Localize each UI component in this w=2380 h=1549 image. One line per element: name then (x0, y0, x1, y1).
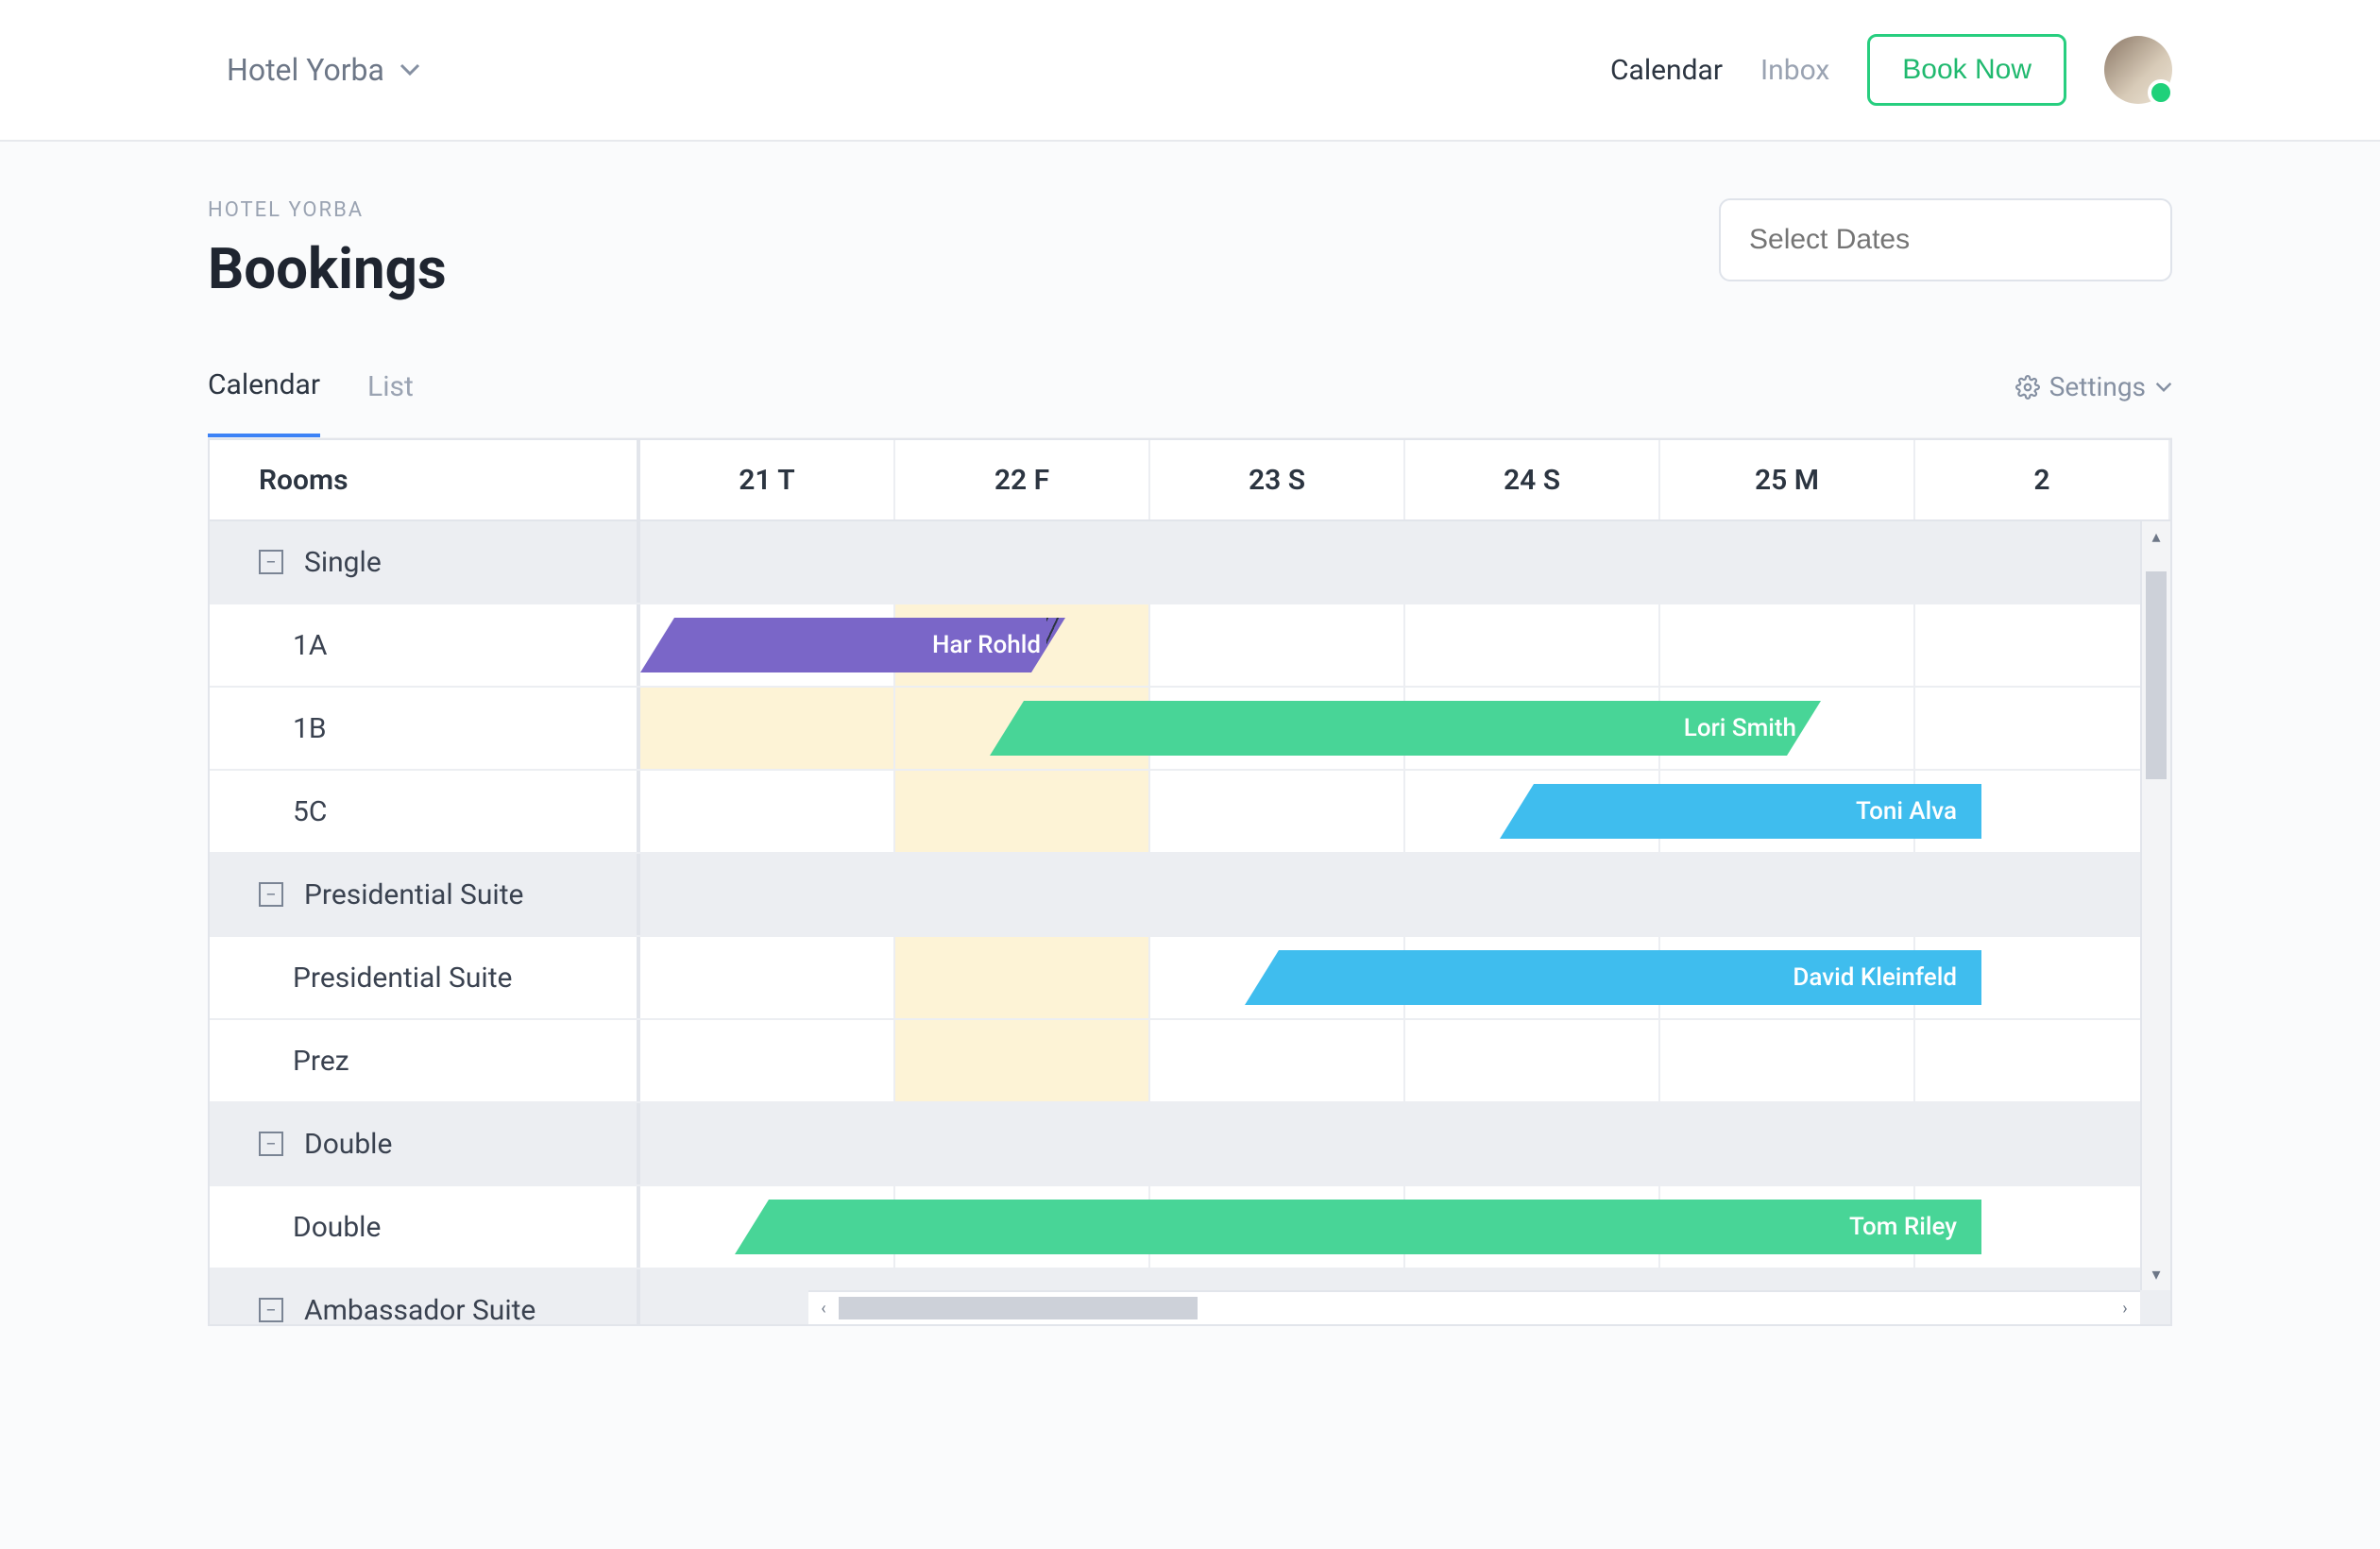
rooms-header: Rooms (210, 440, 640, 519)
room-row: 5C Toni Alva (210, 771, 2170, 854)
room-row: Prez (210, 1020, 2170, 1103)
room-label: Prez (210, 1020, 640, 1101)
calendar-cell[interactable] (640, 771, 895, 852)
horizontal-scrollbar[interactable]: ‹ › (808, 1290, 2140, 1324)
calendar-cell[interactable] (640, 937, 895, 1018)
calendar-cell[interactable] (1660, 854, 1915, 935)
calendar-cell[interactable] (895, 1103, 1150, 1184)
room-label: 5C (210, 771, 640, 852)
date-range-input[interactable] (1719, 198, 2172, 281)
calendar-cell[interactable] (1405, 1103, 1660, 1184)
group-label: Ambassador Suite (304, 1294, 536, 1325)
calendar-cell[interactable] (1150, 854, 1405, 935)
calendar-cell[interactable] (895, 521, 1150, 603)
chevron-down-icon (2155, 382, 2172, 393)
booking-bar[interactable]: David Kleinfeld (1245, 950, 1981, 1005)
hotel-name: Hotel Yorba (227, 52, 384, 88)
calendar-cell[interactable] (1150, 1020, 1405, 1101)
calendar-cell[interactable] (1660, 1103, 1915, 1184)
calendar-cell[interactable] (640, 1020, 895, 1101)
room-row: 1B Lori Smith (210, 688, 2170, 771)
calendar-cell[interactable] (640, 688, 895, 769)
calendar-cell[interactable] (1660, 604, 1915, 686)
nav-calendar[interactable]: Calendar (1610, 54, 1723, 87)
top-nav: Hotel Yorba Calendar Inbox Book Now (0, 0, 2380, 142)
room-group[interactable]: −Single (210, 521, 2170, 604)
date-header: 25 M (1660, 440, 1915, 519)
room-row: Double Tom Riley (210, 1186, 2170, 1269)
tab-list[interactable]: List (367, 370, 414, 435)
book-now-button[interactable]: Book Now (1867, 34, 2066, 106)
room-label: 1A (210, 604, 640, 686)
scroll-right-icon[interactable]: › (2110, 1299, 2140, 1319)
avatar[interactable] (2104, 36, 2172, 104)
nav-inbox[interactable]: Inbox (1760, 54, 1829, 87)
calendar-cell[interactable] (1405, 1020, 1660, 1101)
scroll-down-icon[interactable]: ▾ (2151, 1259, 2160, 1290)
collapse-icon[interactable]: − (259, 550, 283, 574)
group-label: Single (304, 546, 382, 579)
date-header: 23 S (1150, 440, 1405, 519)
settings-link[interactable]: Settings (2015, 371, 2172, 434)
calendar-cell[interactable] (1915, 1020, 2170, 1101)
calendar-cell[interactable] (895, 937, 1150, 1018)
booking-bar[interactable]: Toni Alva (1500, 784, 1981, 839)
calendar-cell[interactable] (1660, 521, 1915, 603)
room-label: Presidential Suite (210, 937, 640, 1018)
calendar-cell[interactable] (1405, 604, 1660, 686)
calendar-cell[interactable] (895, 854, 1150, 935)
group-label: Double (304, 1128, 392, 1161)
calendar-cell[interactable] (1150, 604, 1405, 686)
calendar-cell[interactable] (640, 1103, 895, 1184)
calendar-cell[interactable] (1915, 688, 2170, 769)
settings-label: Settings (2049, 371, 2146, 402)
scroll-left-icon[interactable]: ‹ (808, 1299, 839, 1319)
booking-bar[interactable]: Lori Smith (990, 701, 1821, 756)
calendar-cell[interactable] (895, 1020, 1150, 1101)
calendar-cell[interactable] (1660, 1020, 1915, 1101)
calendar-cell[interactable] (1915, 854, 2170, 935)
calendar-cell[interactable] (1405, 854, 1660, 935)
calendar-cell[interactable] (1150, 771, 1405, 852)
date-header: 21 T (640, 440, 895, 519)
collapse-icon[interactable]: − (259, 882, 283, 907)
calendar-cell[interactable] (640, 521, 895, 603)
group-label: Presidential Suite (304, 878, 523, 911)
calendar-grid: Rooms 21 T22 F23 S24 S25 M2 −Single 1A H… (208, 438, 2172, 1326)
calendar-cell[interactable] (895, 771, 1150, 852)
room-row: Presidential Suite David Kleinfeld (210, 937, 2170, 1020)
chevron-down-icon (400, 63, 420, 77)
gear-icon (2015, 375, 2040, 400)
room-group[interactable]: −Presidential Suite (210, 854, 2170, 937)
booking-bar[interactable]: Har Rohld (640, 618, 1065, 672)
room-label: 1B (210, 688, 640, 769)
calendar-cell[interactable] (1150, 521, 1405, 603)
vertical-scrollbar[interactable]: ▴ ▾ (2140, 521, 2170, 1290)
hotel-switcher[interactable]: Hotel Yorba (227, 52, 420, 88)
collapse-icon[interactable]: − (259, 1298, 283, 1322)
breadcrumb: HOTEL YORBA (208, 198, 447, 222)
booking-bar[interactable]: Tom Riley (735, 1200, 1981, 1254)
date-header: 2 (1915, 440, 2170, 519)
room-row: 1A Har Rohld (210, 604, 2170, 688)
collapse-icon[interactable]: − (259, 1132, 283, 1156)
room-group[interactable]: −Double (210, 1103, 2170, 1186)
calendar-cell[interactable] (1915, 1103, 2170, 1184)
calendar-cell[interactable] (1405, 521, 1660, 603)
scroll-thumb[interactable] (2146, 571, 2167, 779)
scroll-up-icon[interactable]: ▴ (2151, 521, 2160, 553)
tab-calendar[interactable]: Calendar (208, 368, 320, 437)
calendar-cell[interactable] (1150, 1103, 1405, 1184)
calendar-cell[interactable] (640, 854, 895, 935)
scroll-thumb[interactable] (839, 1297, 1198, 1319)
room-label: Double (210, 1186, 640, 1268)
calendar-cell[interactable] (1915, 604, 2170, 686)
calendar-cell[interactable] (1915, 521, 2170, 603)
date-header: 22 F (895, 440, 1150, 519)
date-header: 24 S (1405, 440, 1660, 519)
page-title: Bookings (208, 235, 447, 302)
